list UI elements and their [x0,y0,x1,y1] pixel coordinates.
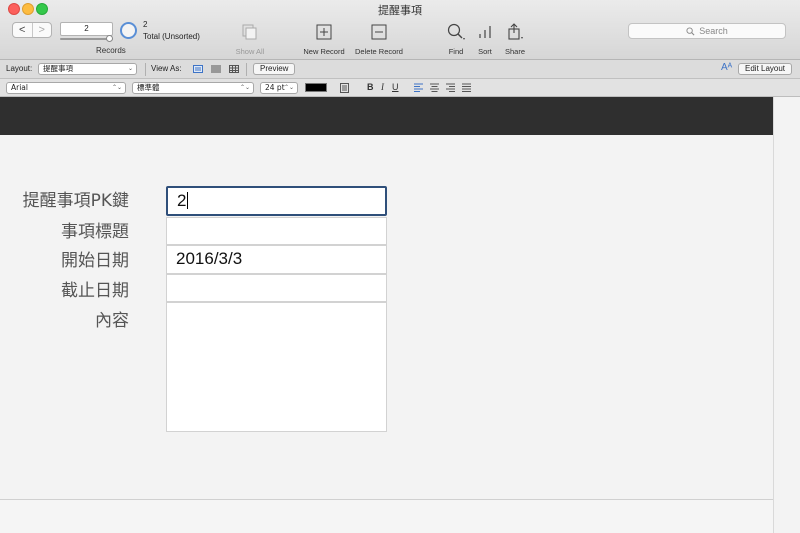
record-number-input[interactable]: 2 [60,22,113,36]
layout-header-part [0,97,773,135]
align-left-icon[interactable] [414,83,423,92]
format-bar: Arial ⌃⌄ 標準體 ⌃⌄ 24 pt ⌃⌄ B I U [0,79,800,97]
record-slider-handle[interactable] [106,35,113,42]
sort-bars-icon [479,26,491,38]
toolbar-divider [145,63,146,76]
layout-popup[interactable]: 提醒事項 ⌄ [38,63,137,75]
view-as-label: View As: [151,64,182,73]
text-size-icon[interactable]: Aᴬ [721,62,732,73]
list-view-icon[interactable] [211,65,221,73]
window-titlebar: 提醒事項 < > 2 Records 2 Total (Unsorted) Sh… [0,0,800,60]
reminder-pk-field[interactable]: 2 [166,186,387,216]
style-popup[interactable]: 標準體 ⌃⌄ [132,82,254,94]
chevron-down-icon: ⌃⌄ [239,84,250,91]
sort-label: Sort [478,47,492,56]
search-placeholder: Search [699,26,728,36]
share-button[interactable]: Share [501,22,529,56]
align-center-icon[interactable] [430,83,439,92]
previous-record-button[interactable]: < [13,23,32,37]
reminder-pk-value: 2 [177,191,187,210]
delete-record-label: Delete Record [355,47,403,56]
layout-footer-part [0,499,773,533]
show-all-label: Show All [235,47,265,56]
layout-popup-value: 提醒事項 [43,64,73,73]
edit-layout-button[interactable]: Edit Layout [738,63,793,75]
total-status: Total (Unsorted) [143,32,200,41]
layout-body-part: 提醒事項PK鍵 2 事項標題 開始日期 2016/3/3 截止日期 內容 [0,135,773,499]
start-date-field[interactable]: 2016/3/3 [166,245,387,274]
found-set-pie-icon [120,22,137,39]
text-color-swatch[interactable] [305,83,327,92]
sort-button[interactable]: Sort [474,22,496,56]
due-date-field[interactable] [166,274,387,302]
show-all-button[interactable]: Show All [228,22,272,56]
font-size-value: 24 pt [265,83,285,92]
toolbar-divider [246,63,247,76]
found-count: 2 [143,20,148,29]
new-record-label: New Record [303,47,345,56]
italic-button[interactable]: I [381,82,384,93]
bold-button[interactable]: B [367,82,374,93]
field-label-reminder-pk: 提醒事項PK鍵 [22,191,129,211]
align-justify-icon[interactable] [462,83,471,92]
minus-box-icon [371,24,387,40]
form-view-icon[interactable] [193,65,203,73]
layout-label: Layout: [6,64,33,73]
chevron-down-icon: ⌃⌄ [111,84,122,91]
vertical-scrollbar[interactable] [773,97,800,533]
magnifier-icon [447,23,465,40]
delete-record-button[interactable]: Delete Record [351,22,407,56]
content-field[interactable] [166,302,387,432]
underline-button[interactable]: U [392,82,399,93]
record-navigation: < > [12,22,52,38]
new-record-button[interactable]: New Record [300,22,348,56]
plus-box-icon [316,24,332,40]
search-icon [686,26,695,35]
style-popup-value: 標準體 [137,83,160,92]
share-icon [508,23,523,40]
font-popup-value: Arial [11,83,28,92]
records-label: Records [96,46,126,55]
highlight-icon[interactable] [340,83,349,93]
title-field[interactable] [166,217,387,245]
preview-button[interactable]: Preview [253,63,296,75]
table-view-icon[interactable] [229,65,239,73]
field-label-start-date: 開始日期 [61,251,129,271]
find-label: Find [448,47,464,56]
field-label-title: 事項標題 [61,222,129,242]
next-record-button[interactable]: > [31,23,52,37]
field-label-content: 內容 [95,311,129,331]
show-all-icon [242,24,257,40]
font-size-popup[interactable]: 24 pt ⌃⌄ [260,82,298,94]
find-button[interactable]: Find [443,22,469,56]
chevron-down-icon: ⌄ [127,65,133,72]
chevron-down-icon: ⌃⌄ [283,84,294,91]
quick-find-search[interactable]: Search [628,23,786,39]
layout-bar: Layout: 提醒事項 ⌄ View As: Preview Aᴬ Edit … [0,60,800,79]
align-right-icon[interactable] [446,83,455,92]
font-popup[interactable]: Arial ⌃⌄ [6,82,126,94]
field-label-due-date: 截止日期 [61,281,129,301]
text-caret [187,192,189,209]
share-label: Share [504,47,525,56]
window-title: 提醒事項 [378,4,422,17]
